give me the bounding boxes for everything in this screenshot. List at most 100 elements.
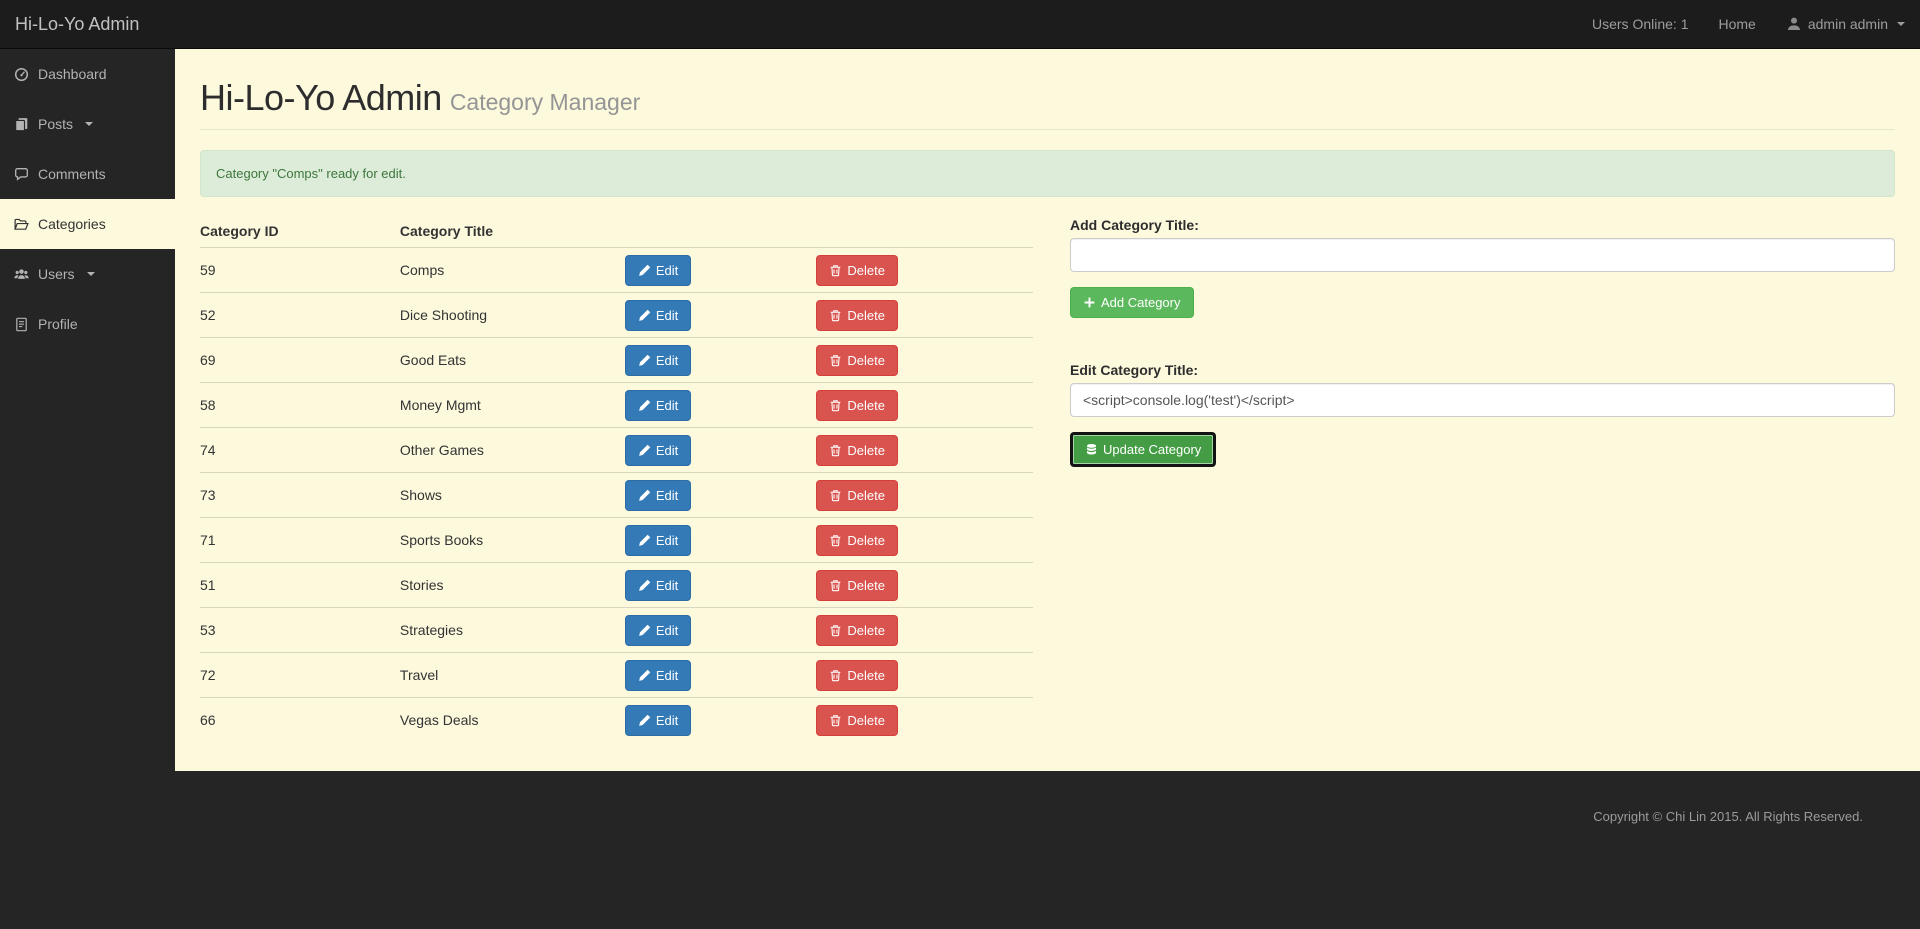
trash-icon xyxy=(829,579,842,592)
profile-icon xyxy=(14,317,29,332)
edit-button[interactable]: Edit xyxy=(624,659,692,691)
delete-column-header xyxy=(816,217,1033,248)
sidebar-item-label: Categories xyxy=(38,216,106,232)
caret-down-icon xyxy=(86,272,95,276)
edit-button[interactable]: Edit xyxy=(624,254,692,286)
folder-open-icon xyxy=(14,217,29,232)
pencil-icon xyxy=(638,489,651,502)
update-category-button-label: Update Category xyxy=(1103,442,1202,457)
sidebar-item-comments[interactable]: Comments xyxy=(0,149,175,199)
table-row: 58 Money Mgmt Edit Delete xyxy=(200,382,1033,428)
edit-button[interactable]: Edit xyxy=(624,299,692,331)
edit-button[interactable]: Edit xyxy=(624,344,692,376)
edit-button[interactable]: Edit xyxy=(624,389,692,421)
delete-button-label: Delete xyxy=(847,352,885,368)
delete-button-label: Delete xyxy=(847,532,885,548)
edit-category-input[interactable] xyxy=(1070,383,1895,417)
delete-button-label: Delete xyxy=(847,712,885,728)
delete-cell: Delete xyxy=(816,337,1033,383)
delete-button-label: Delete xyxy=(847,307,885,323)
edit-button-label: Edit xyxy=(655,397,679,413)
top-navbar: Hi-Lo-Yo Admin Users Online: 1 Home admi… xyxy=(0,0,1920,49)
sidebar-item-label: Users xyxy=(38,266,75,282)
delete-button-label: Delete xyxy=(847,667,885,683)
edit-button-label: Edit xyxy=(655,577,679,593)
sidebar-item-label: Profile xyxy=(38,316,78,332)
edit-button-label: Edit xyxy=(655,532,679,548)
category-id-cell: 71 xyxy=(200,517,400,563)
categories-table: Category ID Category Title 59 Comps Edit… xyxy=(200,217,1033,743)
user-dropdown[interactable]: admin admin xyxy=(1771,0,1920,48)
users-online-label: Users Online: 1 xyxy=(1592,16,1689,32)
delete-cell: Delete xyxy=(816,247,1033,293)
category-title-cell: Stories xyxy=(399,562,625,608)
delete-button[interactable]: Delete xyxy=(816,254,898,286)
edit-cell: Edit xyxy=(624,562,817,608)
delete-button[interactable]: Delete xyxy=(816,704,898,736)
edit-cell: Edit xyxy=(624,382,817,428)
edit-button[interactable]: Edit xyxy=(624,614,692,646)
edit-button[interactable]: Edit xyxy=(624,524,692,556)
trash-icon xyxy=(829,624,842,637)
delete-button[interactable]: Delete xyxy=(816,614,898,646)
delete-cell: Delete xyxy=(816,517,1033,563)
delete-button[interactable]: Delete xyxy=(816,344,898,376)
category-id-cell: 73 xyxy=(200,472,400,518)
category-title-cell: Money Mgmt xyxy=(399,382,625,428)
edit-button-label: Edit xyxy=(655,442,679,458)
pencil-icon xyxy=(638,534,651,547)
pencil-icon xyxy=(638,264,651,277)
delete-button[interactable]: Delete xyxy=(816,299,898,331)
success-alert: Category "Comps" ready for edit. xyxy=(200,150,1895,197)
add-category-button[interactable]: Add Category xyxy=(1070,287,1194,318)
sidebar-item-profile[interactable]: Profile xyxy=(0,299,175,349)
category-title-cell: Travel xyxy=(399,652,625,698)
delete-cell: Delete xyxy=(816,697,1033,743)
category-id-cell: 53 xyxy=(200,607,400,653)
edit-button[interactable]: Edit xyxy=(624,479,692,511)
delete-button-label: Delete xyxy=(847,397,885,413)
caret-down-icon xyxy=(1897,22,1905,26)
trash-icon xyxy=(829,444,842,457)
posts-icon xyxy=(14,117,29,132)
plus-icon xyxy=(1083,296,1096,309)
category-id-header: Category ID xyxy=(200,217,400,248)
sidebar-item-categories[interactable]: Categories xyxy=(0,199,175,249)
edit-button[interactable]: Edit xyxy=(624,569,692,601)
trash-icon xyxy=(829,399,842,412)
pencil-icon xyxy=(638,309,651,322)
sidebar-item-users[interactable]: Users xyxy=(0,249,175,299)
category-title-cell: Good Eats xyxy=(399,337,625,383)
delete-button[interactable]: Delete xyxy=(816,569,898,601)
edit-button[interactable]: Edit xyxy=(624,434,692,466)
pencil-icon xyxy=(638,399,651,412)
page-header: Hi-Lo-Yo Admin Category Manager xyxy=(200,77,1895,130)
table-row: 69 Good Eats Edit Delete xyxy=(200,337,1033,383)
table-row: 53 Strategies Edit Delete xyxy=(200,607,1033,653)
edit-button[interactable]: Edit xyxy=(624,704,692,736)
update-category-button[interactable]: Update Category xyxy=(1070,432,1217,467)
table-row: 74 Other Games Edit Delete xyxy=(200,427,1033,473)
delete-button[interactable]: Delete xyxy=(816,659,898,691)
edit-button-label: Edit xyxy=(655,307,679,323)
pencil-icon xyxy=(638,444,651,457)
edit-cell: Edit xyxy=(624,607,817,653)
user-icon xyxy=(1786,16,1802,32)
trash-icon xyxy=(829,354,842,367)
add-category-input[interactable] xyxy=(1070,238,1895,272)
delete-button[interactable]: Delete xyxy=(816,389,898,421)
delete-button[interactable]: Delete xyxy=(816,434,898,466)
sidebar-item-posts[interactable]: Posts xyxy=(0,99,175,149)
category-id-cell: 59 xyxy=(200,247,400,293)
page-title-text: Hi-Lo-Yo Admin xyxy=(200,77,442,118)
home-link[interactable]: Home xyxy=(1703,0,1770,48)
category-id-cell: 66 xyxy=(200,697,400,743)
sidebar-item-dashboard[interactable]: Dashboard xyxy=(0,49,175,99)
delete-button-label: Delete xyxy=(847,442,885,458)
navbar-brand[interactable]: Hi-Lo-Yo Admin xyxy=(0,0,154,48)
delete-button[interactable]: Delete xyxy=(816,524,898,556)
edit-cell: Edit xyxy=(624,517,817,563)
database-icon xyxy=(1085,443,1098,456)
delete-button[interactable]: Delete xyxy=(816,479,898,511)
categories-table-panel: Category ID Category Title 59 Comps Edit… xyxy=(200,217,1033,743)
